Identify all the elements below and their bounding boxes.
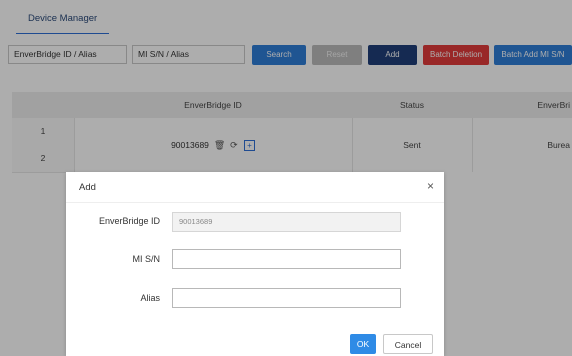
close-icon[interactable]: × — [427, 179, 434, 193]
ok-button[interactable]: OK — [350, 334, 376, 354]
enverbridge-id-label: EnverBridge ID — [98, 216, 160, 226]
add-dialog: Add × EnverBridge ID 90013689 MI S/N Ali… — [66, 172, 444, 356]
dialog-title: Add — [79, 182, 96, 193]
alias-input[interactable] — [172, 288, 401, 308]
mi-sn-input[interactable] — [172, 249, 401, 269]
cancel-button[interactable]: Cancel — [383, 334, 433, 354]
mi-sn-label: MI S/N — [132, 254, 160, 264]
dialog-divider — [66, 202, 444, 203]
enverbridge-id-input: 90013689 — [172, 212, 401, 232]
alias-label: Alias — [140, 293, 160, 303]
